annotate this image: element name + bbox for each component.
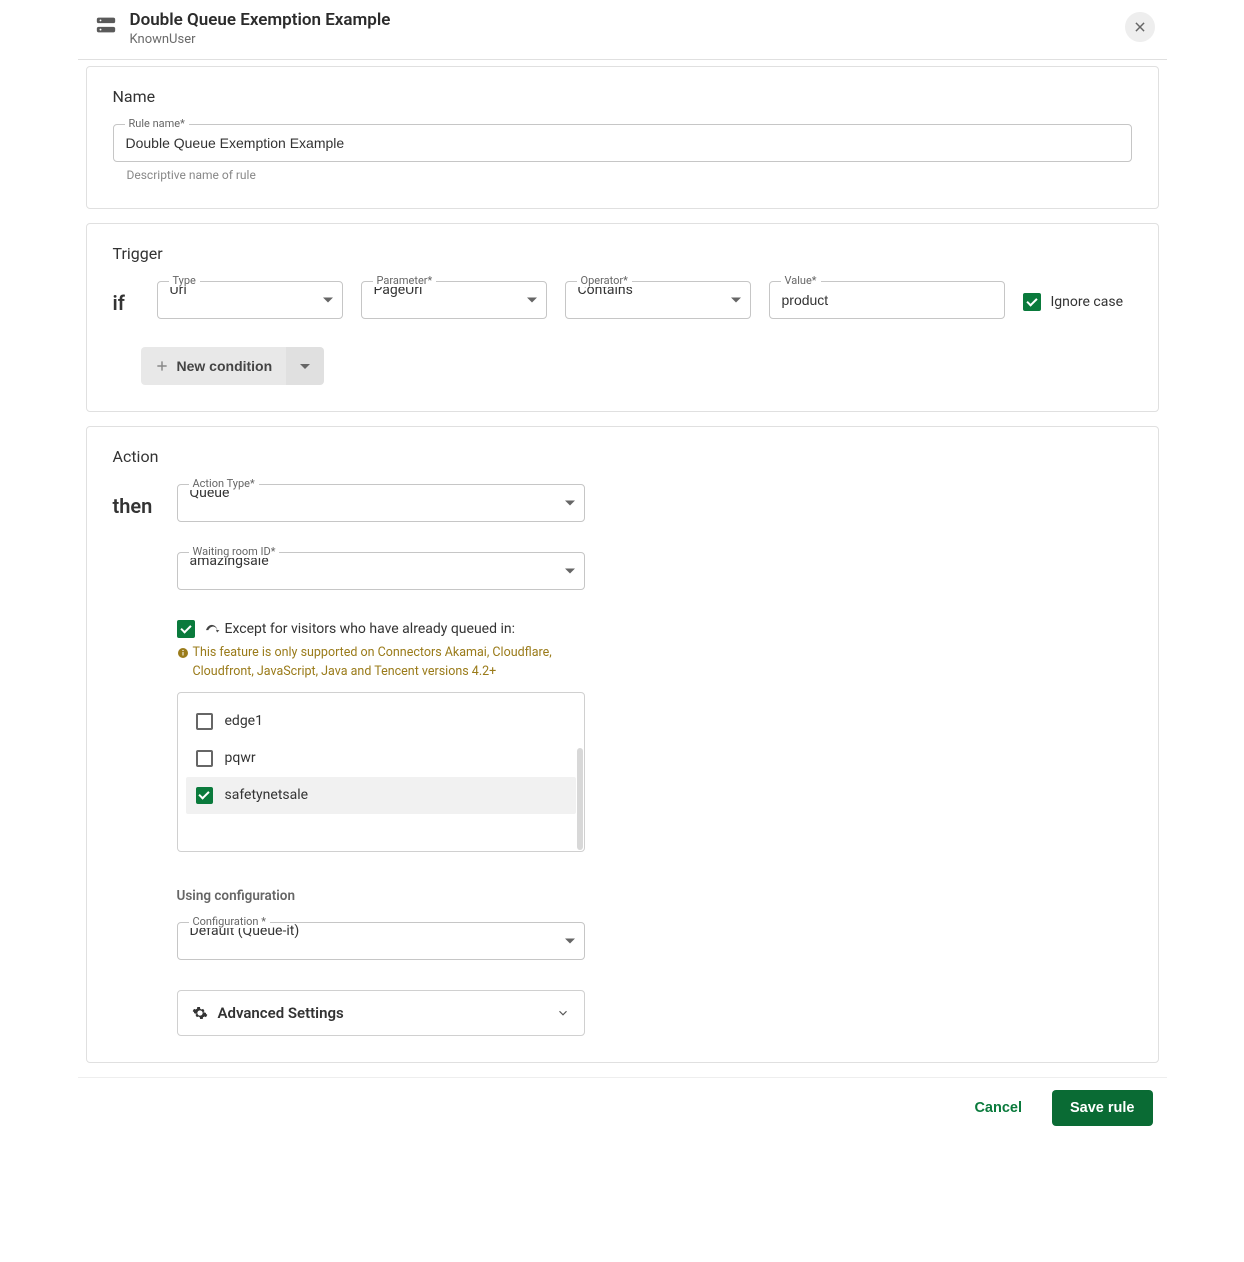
checkbox-icon [196, 750, 213, 767]
checkbox-icon [1023, 293, 1041, 311]
list-item-label: edge1 [225, 713, 263, 729]
modal-title: Double Queue Exemption Example [130, 10, 391, 30]
trigger-section: Trigger if Type Url Parameter* PageUrl [86, 223, 1159, 412]
rule-name-label: Rule name* [125, 117, 189, 130]
new-condition-dropdown[interactable] [286, 347, 324, 385]
close-button[interactable] [1125, 12, 1155, 42]
ignore-case-label: Ignore case [1051, 294, 1124, 310]
value-label: Value* [781, 274, 821, 287]
action-heading: Action [113, 447, 1132, 466]
type-label: Type [169, 274, 200, 287]
gear-icon [192, 1005, 208, 1021]
config-label: Configuration * [189, 915, 270, 928]
feature-note: This feature is only supported on Connec… [177, 644, 585, 682]
using-config-heading: Using configuration [177, 888, 585, 904]
except-label: Except for visitors who have already que… [225, 621, 516, 637]
parameter-label: Parameter* [373, 274, 437, 287]
name-section: Name Rule name* Descriptive name of rule [86, 66, 1159, 209]
chevron-down-icon [300, 364, 310, 369]
modal-subtitle: KnownUser [130, 32, 391, 47]
operator-label: Operator* [577, 274, 632, 287]
cancel-button[interactable]: Cancel [960, 1090, 1036, 1126]
list-item[interactable]: safetynetsale [186, 777, 576, 814]
list-item-label: safetynetsale [225, 787, 309, 803]
modal-footer: Cancel Save rule [78, 1077, 1167, 1134]
checkbox-icon [196, 713, 213, 730]
plus-icon [155, 359, 169, 373]
action-section: Action then Action Type* Queue Waiting r… [86, 426, 1159, 1063]
save-rule-button[interactable]: Save rule [1052, 1090, 1153, 1126]
name-heading: Name [113, 87, 1132, 106]
advanced-settings-toggle[interactable]: Advanced Settings [177, 990, 585, 1036]
modal-header: Double Queue Exemption Example KnownUser [78, 0, 1167, 60]
server-icon [92, 14, 120, 42]
rule-name-input[interactable] [113, 124, 1132, 162]
trigger-heading: Trigger [113, 244, 1132, 263]
rooms-listbox[interactable]: edge1 pqwr safetynetsale [177, 692, 585, 852]
checkbox-icon [196, 787, 213, 804]
close-icon [1133, 20, 1147, 34]
rule-editor-modal: Double Queue Exemption Example KnownUser… [78, 0, 1167, 1134]
then-label: then [113, 484, 163, 518]
rule-name-helper: Descriptive name of rule [127, 168, 1132, 182]
bypass-icon [205, 622, 221, 636]
info-icon [177, 647, 189, 659]
list-item-label: pqwr [225, 750, 256, 766]
chevron-down-icon [556, 1006, 570, 1020]
ignore-case-checkbox[interactable]: Ignore case [1023, 293, 1124, 311]
action-type-label: Action Type* [189, 477, 259, 490]
waiting-room-label: Waiting room ID* [189, 545, 280, 558]
new-condition-button[interactable]: New condition [141, 347, 287, 385]
list-item[interactable]: pqwr [186, 740, 576, 777]
new-condition-label: New condition [177, 358, 273, 374]
list-item[interactable]: edge1 [186, 703, 576, 740]
except-checkbox[interactable] [177, 620, 195, 638]
if-label: if [113, 281, 139, 315]
advanced-settings-label: Advanced Settings [218, 1004, 344, 1022]
